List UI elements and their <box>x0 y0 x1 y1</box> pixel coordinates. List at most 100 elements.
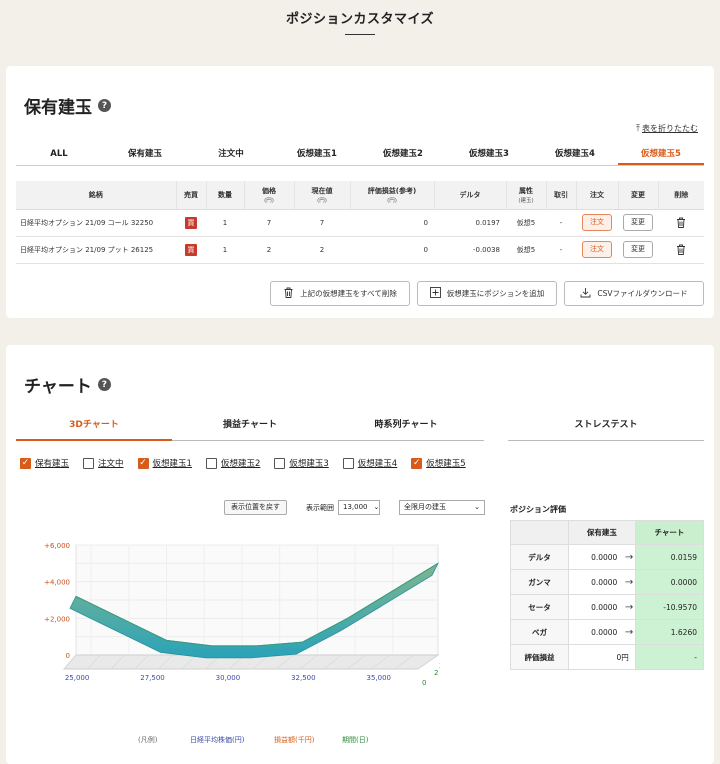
table-row: 評価損益 0円 - <box>510 644 705 670</box>
cell-order: 注文 <box>576 236 618 264</box>
chart-title: チャート <box>24 377 92 397</box>
collapse-table-link[interactable]: ⤒ 表を折りたたむ <box>636 123 698 134</box>
reset-view-button[interactable]: 表示位置を戻す <box>224 500 287 515</box>
month-select[interactable]: 全限月の建玉 ⌄ <box>399 500 485 515</box>
reset-view-control: 表示位置を戻す <box>224 500 287 515</box>
checkbox-checked-icon: ✓ <box>411 457 423 469</box>
tab-stress-test[interactable]: ストレステスト <box>508 411 704 441</box>
cell-change: 変更 <box>618 209 658 237</box>
z-tick-label: 3 <box>439 662 440 670</box>
change-button[interactable]: 変更 <box>623 241 653 258</box>
chevron-down-icon: ⌄ <box>474 503 480 511</box>
trash-icon[interactable] <box>676 244 686 255</box>
tab-virtual-1[interactable]: 仮想建玉1 <box>274 142 360 165</box>
cell-delta: -0.0038 <box>434 236 506 264</box>
delete-all-label: 上記の仮想建玉をすべて削除 <box>300 289 397 298</box>
checkbox-virtual-2[interactable]: 仮想建玉2 <box>205 457 260 469</box>
col-price-unit: (円) <box>264 197 274 204</box>
cell-price: 2 <box>244 236 294 264</box>
checkbox-label: 注文中 <box>98 459 124 469</box>
chart-heading: チャート ? <box>24 372 111 397</box>
col-current-unit: (円) <box>317 197 327 204</box>
table-row: セータ 0.0000 → -10.9570 <box>510 594 705 620</box>
order-button[interactable]: 注文 <box>582 214 612 231</box>
checkbox-empty-icon <box>342 457 354 469</box>
legend-prefix: (凡例) <box>138 736 158 744</box>
eval-row-label: ガンマ <box>510 569 569 595</box>
delete-all-virtual-button[interactable]: 上記の仮想建玉をすべて削除 <box>270 281 410 306</box>
checkbox-virtual-5[interactable]: ✓ 仮想建玉5 <box>411 457 466 469</box>
tab-virtual-3[interactable]: 仮想建玉3 <box>446 142 532 165</box>
tab-holdings[interactable]: 保有建玉 <box>102 142 188 165</box>
checkbox-label: 仮想建玉5 <box>426 459 466 469</box>
csv-download-button[interactable]: CSVファイルダウンロード <box>564 281 704 306</box>
trash-icon[interactable] <box>676 217 686 228</box>
y-tick-label: +6,000 <box>44 542 70 550</box>
eval-chart-value: -10.9570 <box>634 594 705 620</box>
tab-virtual-4[interactable]: 仮想建玉4 <box>532 142 618 165</box>
cell-name: 日経平均オプション 21/09 プット 26125 <box>16 236 176 264</box>
col-qty: 数量 <box>205 181 244 210</box>
col-change: 変更 <box>617 181 658 210</box>
evaluation-header-row: 保有建玉 チャート <box>510 520 705 545</box>
tab-pl-chart[interactable]: 損益チャート <box>172 411 328 441</box>
col-price: 価格 (円) <box>243 181 294 210</box>
checkbox-holdings[interactable]: ✓ 保有建玉 <box>20 457 69 469</box>
eval-holding-value: 0.0000 <box>568 569 624 595</box>
table-row: ガンマ 0.0000 → 0.0000 <box>510 569 705 595</box>
eval-blank-header <box>510 520 569 545</box>
collapse-label: 表を折りたたむ <box>642 124 698 133</box>
range-select[interactable]: 13,000 ⌄ <box>338 500 380 515</box>
cell-trade: - <box>546 236 576 264</box>
checkbox-label: 保有建玉 <box>35 459 70 469</box>
checkbox-ordering[interactable]: 注文中 <box>83 457 124 469</box>
month-control: 全限月の建玉 ⌄ <box>399 500 485 515</box>
change-button[interactable]: 変更 <box>623 214 653 231</box>
col-delta: デルタ <box>433 181 506 210</box>
col-attr-label: 属性 <box>519 186 533 195</box>
tab-all[interactable]: ALL <box>16 142 102 165</box>
arrow-right-icon: → <box>623 569 636 595</box>
eval-holding-value: 0.0000 <box>568 544 624 570</box>
checkbox-checked-icon: ✓ <box>20 457 31 469</box>
col-side: 売買 <box>175 181 206 210</box>
help-icon[interactable]: ? <box>97 378 111 391</box>
checkbox-empty-icon <box>83 457 95 469</box>
holdings-tabs: ALL 保有建玉 注文中 仮想建玉1 仮想建玉2 仮想建玉3 仮想建玉4 仮想建… <box>16 142 704 166</box>
tab-ordering[interactable]: 注文中 <box>188 142 274 165</box>
checkbox-empty-icon <box>274 457 286 469</box>
tab-3d-chart[interactable]: 3Dチャート <box>16 411 172 441</box>
trash-icon <box>283 287 294 300</box>
eval-chart-value: 0.0000 <box>634 569 705 595</box>
cell-qty: 1 <box>206 209 244 237</box>
eval-chart-value: 0.0159 <box>634 544 705 570</box>
cell-attr: 仮想5 <box>506 209 546 237</box>
tab-virtual-2[interactable]: 仮想建玉2 <box>360 142 446 165</box>
arrow-right-icon: → <box>623 594 636 620</box>
col-current-label: 現在値 <box>311 186 333 195</box>
col-order: 注文 <box>575 181 618 210</box>
checkbox-virtual-4[interactable]: 仮想建玉4 <box>342 457 397 469</box>
col-trade: 取引 <box>545 181 576 210</box>
checkbox-virtual-3[interactable]: 仮想建玉3 <box>274 457 329 469</box>
chart-tabs: 3Dチャート 損益チャート 時系列チャート ストレステスト <box>16 411 704 441</box>
checkbox-virtual-1[interactable]: ✓ 仮想建玉1 <box>137 457 192 469</box>
tab-virtual-5[interactable]: 仮想建玉5 <box>618 142 704 165</box>
cell-side: 買 <box>176 209 206 237</box>
help-icon[interactable]: ? <box>98 99 111 112</box>
cell-attr: 仮想5 <box>506 236 546 264</box>
add-virtual-position-button[interactable]: 仮想建玉にポジションを追加 <box>417 281 557 306</box>
z-tick-label: 2 <box>434 669 438 677</box>
range-value: 13,000 <box>343 503 368 511</box>
order-button[interactable]: 注文 <box>582 241 612 258</box>
x-axis-ticks: 25,000 27,500 30,000 32,500 35,000 <box>65 674 391 682</box>
3d-surface-chart[interactable]: 0+2,000+4,000+6,000 25,000 27,500 30,000 32… <box>20 535 440 697</box>
col-pl-unit: (円) <box>387 197 397 204</box>
plus-square-icon <box>429 287 441 300</box>
y-axis-ticks: 0 +2,000 +4,000 +6,000 <box>44 542 70 660</box>
eval-row-label: 評価損益 <box>510 644 569 670</box>
tab-timeseries-chart[interactable]: 時系列チャート <box>328 411 484 441</box>
buy-badge: 買 <box>185 243 197 256</box>
cell-current: 2 <box>294 236 350 264</box>
legend-z: 期間(日) <box>342 736 369 744</box>
